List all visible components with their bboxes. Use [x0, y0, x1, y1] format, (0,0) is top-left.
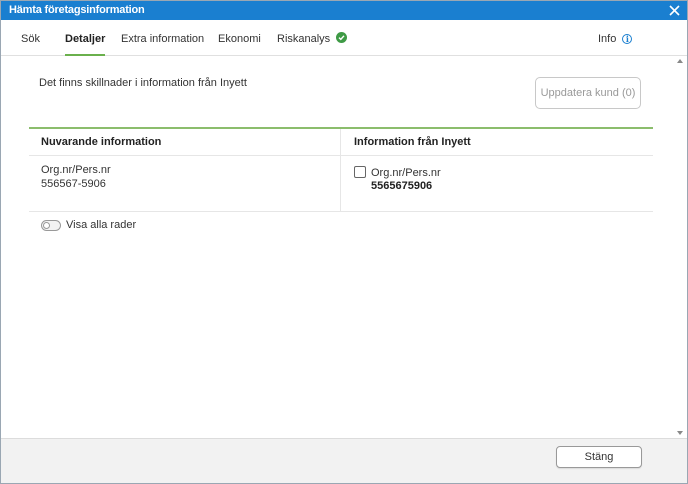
tab-label: Detaljer — [65, 33, 106, 45]
column-divider — [340, 129, 341, 211]
window-title: Hämta företagsinformation — [9, 4, 145, 16]
tab-detaljer[interactable]: Detaljer — [65, 20, 106, 56]
tab-bar: Sök Detaljer Extra information Ekonomi R… — [1, 20, 687, 56]
tab-label: Riskanalys — [277, 33, 331, 45]
show-all-rows-toggle[interactable] — [41, 220, 61, 231]
column-header-current: Nuvarande information — [41, 136, 162, 148]
close-button[interactable]: Stäng — [556, 446, 642, 468]
info-icon: i — [622, 34, 633, 44]
toggle-knob — [43, 222, 50, 229]
tab-label: Ekonomi — [218, 33, 261, 45]
vertical-scrollbar[interactable] — [675, 57, 684, 437]
inyett-field-value: 5565675906 — [371, 180, 433, 192]
column-header-inyett: Information från Inyett — [354, 136, 471, 148]
current-field-label: Org.nr/Pers.nr — [41, 164, 111, 176]
inyett-row-checkbox[interactable] — [354, 166, 366, 178]
title-bar: Hämta företagsinformation — [1, 1, 687, 20]
tab-label: Sök — [21, 33, 40, 45]
dialog-window: Hämta företagsinformation Sök Detaljer E… — [0, 0, 688, 484]
dialog-footer: Stäng — [1, 438, 687, 483]
current-field-value: 556567-5906 — [41, 178, 106, 190]
scroll-up-arrow-icon[interactable] — [677, 59, 683, 63]
close-icon[interactable] — [668, 4, 681, 17]
tab-ekonomi[interactable]: Ekonomi — [218, 20, 261, 56]
tab-label: Info — [598, 33, 617, 45]
tab-riskanalys[interactable]: Riskanalys — [277, 20, 348, 56]
tab-info[interactable]: Info i — [598, 20, 633, 56]
check-circle-icon — [336, 32, 348, 43]
difference-message: Det finns skillnader i information från … — [39, 77, 247, 89]
tab-sok[interactable]: Sök — [21, 20, 40, 56]
inyett-field-label: Org.nr/Pers.nr — [371, 167, 441, 179]
comparison-table: Nuvarande information Information från I… — [29, 127, 653, 212]
scroll-down-arrow-icon[interactable] — [677, 431, 683, 435]
tab-label: Extra information — [121, 33, 205, 45]
update-customer-button[interactable]: Uppdatera kund (0) — [535, 77, 641, 109]
divider — [29, 211, 653, 212]
show-all-rows-label: Visa alla rader — [66, 219, 137, 231]
tab-extra-information[interactable]: Extra information — [121, 20, 204, 56]
divider — [29, 155, 653, 156]
details-panel: Det finns skillnader i information från … — [7, 57, 673, 437]
